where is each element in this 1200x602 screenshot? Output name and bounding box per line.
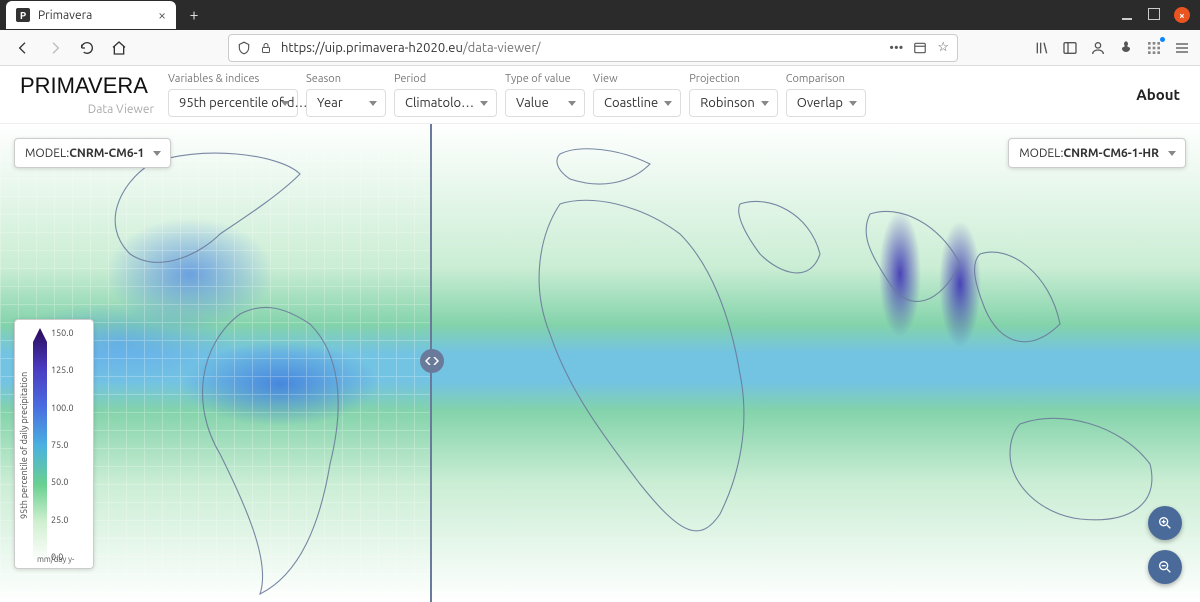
extension-grid-icon[interactable] [1146, 40, 1162, 56]
url-bar[interactable]: https://uip.primavera-h2020.eu/data-view… [228, 34, 958, 62]
logo-subtitle: Data Viewer [20, 103, 160, 116]
window-minimize-icon[interactable] [1122, 8, 1136, 22]
view-select[interactable]: Coastline [593, 89, 681, 117]
account-icon[interactable] [1090, 40, 1106, 56]
type-select[interactable]: Value [505, 89, 585, 117]
legend-tick: 100.0 [51, 403, 74, 413]
zoom-out-button[interactable] [1148, 550, 1182, 584]
variables-label: Variables & indices [168, 73, 259, 85]
url-text: https://uip.primavera-h2020.eu/data-view… [281, 41, 881, 55]
legend-tick: 25.0 [51, 515, 74, 525]
tab-title: Primavera [38, 9, 92, 22]
view-label: View [593, 73, 618, 85]
comparison-select[interactable]: Overlap [786, 89, 866, 117]
browser-toolbar: https://uip.primavera-h2020.eu/data-view… [0, 30, 1200, 66]
sidebar-icon[interactable] [1062, 40, 1078, 56]
legend-tick: 125.0 [51, 365, 74, 375]
logo-main: PRIMAVER [20, 73, 133, 99]
type-label: Type of value [505, 73, 571, 85]
legend-tick: 50.0 [51, 477, 74, 487]
home-button[interactable] [106, 35, 132, 61]
variables-select[interactable]: 95th percentile of d… [168, 89, 298, 117]
model-left-select[interactable]: MODEL: CNRM-CM6-1 [14, 138, 171, 168]
back-button[interactable] [10, 35, 36, 61]
map-area[interactable]: MODEL: CNRM-CM6-1 MODEL: CNRM-CM6-1-HR 9… [0, 124, 1200, 602]
reader-icon[interactable] [913, 41, 927, 55]
window-maximize-icon[interactable] [1148, 8, 1162, 22]
about-link[interactable]: About [1136, 86, 1180, 103]
map-canvas [0, 124, 1200, 602]
legend-colorbar [33, 328, 47, 562]
extension-gnome-icon[interactable] [1118, 40, 1134, 56]
model-left-value: CNRM-CM6-1 [69, 147, 144, 160]
projection-select[interactable]: Robinson [689, 89, 778, 117]
menu-icon[interactable] [1174, 40, 1190, 56]
library-icon[interactable] [1034, 40, 1050, 56]
projection-label: Projection [689, 73, 740, 85]
app-logo: PRIMAVERA Data Viewer [20, 73, 160, 116]
model-right-value: CNRM-CM6-1-HR [1063, 147, 1159, 160]
window-close-icon[interactable]: × [1174, 7, 1190, 23]
shield-icon[interactable] [237, 41, 251, 55]
new-tab-button[interactable]: + [182, 3, 206, 27]
coastline [0, 124, 1200, 602]
browser-tab[interactable]: P Primavera × [6, 1, 176, 29]
model-right-prefix: MODEL: [1019, 147, 1063, 160]
season-label: Season [306, 73, 341, 85]
page-actions-icon[interactable]: ••• [889, 41, 903, 55]
model-left-prefix: MODEL: [25, 147, 69, 160]
lock-icon[interactable] [259, 41, 273, 55]
forward-button[interactable] [42, 35, 68, 61]
app-header: PRIMAVERA Data Viewer Variables & indice… [0, 66, 1200, 124]
legend-unit: mm/day y- [37, 555, 74, 564]
window-titlebar: P Primavera × + × [0, 0, 1200, 30]
legend-ticks: 150.0 125.0 100.0 75.0 50.0 25.0 0.0 [51, 328, 74, 562]
tab-favicon: P [16, 8, 30, 22]
comparison-label: Comparison [786, 73, 845, 85]
logo-accent: A [133, 73, 148, 99]
zoom-in-button[interactable] [1148, 506, 1182, 540]
legend-title: 95th percentile of daily precipitation [19, 328, 29, 562]
reload-button[interactable] [74, 35, 100, 61]
compare-slider-handle[interactable] [420, 349, 444, 373]
legend: 95th percentile of daily precipitation 1… [14, 319, 94, 569]
model-right-select[interactable]: MODEL: CNRM-CM6-1-HR [1008, 138, 1186, 168]
legend-tick: 75.0 [51, 440, 74, 450]
bookmark-icon[interactable]: ☆ [937, 40, 949, 55]
period-select[interactable]: Climatolo… [394, 89, 497, 117]
close-tab-icon[interactable]: × [158, 7, 166, 23]
season-select[interactable]: Year [306, 89, 386, 117]
legend-tick: 150.0 [51, 328, 74, 338]
period-label: Period [394, 73, 426, 85]
